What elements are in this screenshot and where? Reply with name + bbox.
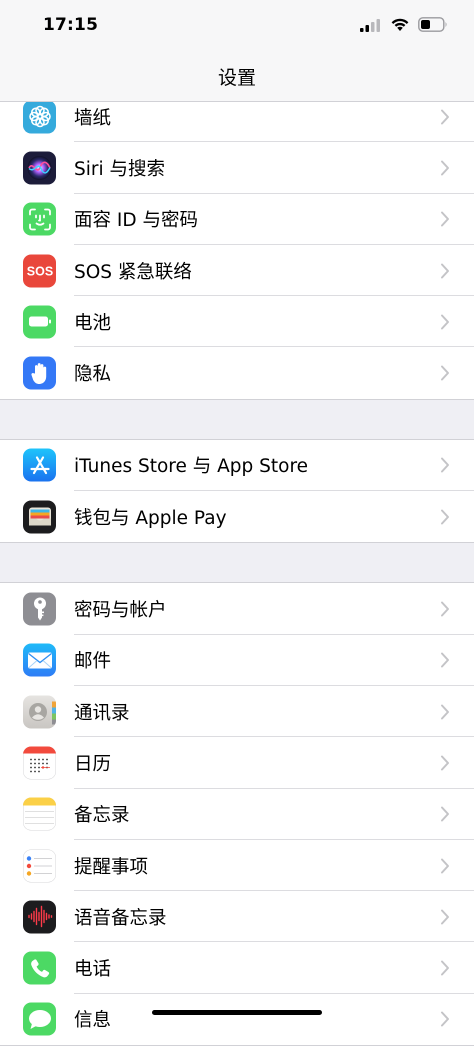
wallpaper-icon bbox=[23, 100, 56, 134]
chevron-right-icon bbox=[441, 365, 449, 381]
chevron-right-icon bbox=[441, 755, 449, 771]
settings-group-1: 墙纸 Siri 与搜索 面容 ID 与密码 SOS SOS 紧急联络 电池 隐私 bbox=[0, 91, 474, 400]
page-title: 设置 bbox=[217, 67, 256, 89]
face-id-icon bbox=[23, 202, 56, 236]
settings-row-phone[interactable]: 电话 bbox=[0, 942, 474, 994]
home-indicator[interactable] bbox=[152, 1010, 322, 1015]
settings-row-label: 信息 bbox=[74, 1010, 112, 1032]
wallet-icon bbox=[23, 500, 56, 534]
settings-row-label: 电话 bbox=[74, 959, 112, 981]
settings-row-battery[interactable]: 电池 bbox=[0, 296, 474, 348]
chevron-right-icon bbox=[441, 211, 449, 227]
chevron-right-icon bbox=[441, 960, 449, 976]
settings-row-label: 密码与帐户 bbox=[74, 600, 167, 622]
chevron-right-icon bbox=[441, 704, 449, 720]
voice-memos-icon bbox=[23, 900, 56, 934]
settings-row-label: 邮件 bbox=[74, 651, 112, 673]
settings-row-reminders[interactable]: 提醒事项 bbox=[0, 840, 474, 892]
settings-group-2: iTunes Store 与 App Store 钱包与 Apple Pay bbox=[0, 438, 474, 544]
chevron-right-icon bbox=[441, 160, 449, 176]
chevron-right-icon bbox=[441, 263, 449, 279]
settings-row-contacts[interactable]: 通讯录 bbox=[0, 686, 474, 738]
chevron-right-icon bbox=[441, 457, 449, 473]
settings-row-label: 通讯录 bbox=[74, 702, 130, 724]
settings-row-label: 钱包与 Apple Pay bbox=[74, 507, 227, 529]
settings-row-notes[interactable]: 备忘录 bbox=[0, 789, 474, 840]
settings-row-face-id[interactable]: 面容 ID 与密码 bbox=[0, 194, 474, 245]
settings-row-messages[interactable]: 信息 bbox=[0, 994, 474, 1045]
messages-icon bbox=[23, 1002, 56, 1036]
status-icons bbox=[360, 15, 448, 37]
settings-row-label: 备忘录 bbox=[74, 805, 130, 827]
chevron-right-icon bbox=[441, 858, 449, 873]
phone-icon bbox=[23, 951, 56, 985]
settings-row-label: 日历 bbox=[74, 753, 112, 775]
siri-icon bbox=[23, 151, 56, 185]
chevron-right-icon bbox=[441, 109, 449, 125]
privacy-hand-icon bbox=[23, 356, 56, 390]
settings-row-voice-memos[interactable]: 语音备忘录 bbox=[0, 891, 474, 943]
key-icon bbox=[23, 592, 56, 626]
calendar-icon bbox=[23, 746, 56, 780]
contacts-icon bbox=[23, 695, 56, 729]
settings-row-emergency-sos[interactable]: SOS SOS 紧急联络 bbox=[0, 245, 474, 297]
settings-row-label: 电池 bbox=[74, 312, 112, 334]
app-store-icon bbox=[23, 448, 56, 482]
chevron-right-icon bbox=[441, 509, 449, 525]
chevron-right-icon bbox=[441, 601, 449, 617]
wifi-icon bbox=[390, 17, 410, 36]
settings-row-mail[interactable]: 邮件 bbox=[0, 635, 474, 686]
settings-row-itunes-app-store[interactable]: iTunes Store 与 App Store bbox=[0, 440, 474, 492]
navigation-bar: 设置 bbox=[0, 52, 474, 102]
settings-row-passwords-accounts[interactable]: 密码与帐户 bbox=[0, 583, 474, 635]
notes-icon bbox=[23, 797, 56, 831]
settings-row-label: 提醒事项 bbox=[74, 856, 149, 878]
battery-status-icon bbox=[418, 16, 448, 36]
status-time: 17:15 bbox=[43, 15, 99, 35]
settings-row-label: 语音备忘录 bbox=[74, 907, 167, 929]
svg-text:SOS: SOS bbox=[26, 265, 52, 278]
status-bar: 17:15 bbox=[0, 0, 474, 52]
settings-row-label: iTunes Store 与 App Store bbox=[74, 456, 309, 478]
settings-row-label: SOS 紧急联络 bbox=[74, 261, 192, 283]
mail-icon bbox=[23, 643, 56, 677]
chevron-right-icon bbox=[441, 1011, 449, 1027]
settings-row-label: 隐私 bbox=[74, 364, 112, 386]
chevron-right-icon bbox=[441, 806, 449, 822]
sos-icon: SOS bbox=[23, 254, 56, 288]
settings-list: 墙纸 Siri 与搜索 面容 ID 与密码 SOS SOS 紧急联络 电池 隐私… bbox=[0, 91, 474, 1046]
chevron-right-icon bbox=[441, 909, 449, 925]
settings-row-label: 墙纸 bbox=[74, 107, 112, 129]
chevron-right-icon bbox=[441, 652, 449, 668]
settings-row-privacy[interactable]: 隐私 bbox=[0, 347, 474, 398]
settings-row-siri-search[interactable]: Siri 与搜索 bbox=[0, 142, 474, 194]
settings-row-calendar[interactable]: 日历 bbox=[0, 737, 474, 789]
settings-group-3: 密码与帐户 邮件 通讯录 日历 备忘录 提醒事项 语音备忘录 电话 信息 bbox=[0, 582, 474, 1046]
cellular-signal-icon bbox=[360, 17, 382, 36]
settings-row-label: Siri 与搜索 bbox=[74, 158, 166, 180]
battery-icon bbox=[23, 305, 56, 339]
chevron-right-icon bbox=[441, 314, 449, 330]
settings-row-wallet-apple-pay[interactable]: 钱包与 Apple Pay bbox=[0, 491, 474, 542]
reminders-icon bbox=[23, 849, 56, 882]
settings-row-label: 面容 ID 与密码 bbox=[74, 210, 198, 232]
